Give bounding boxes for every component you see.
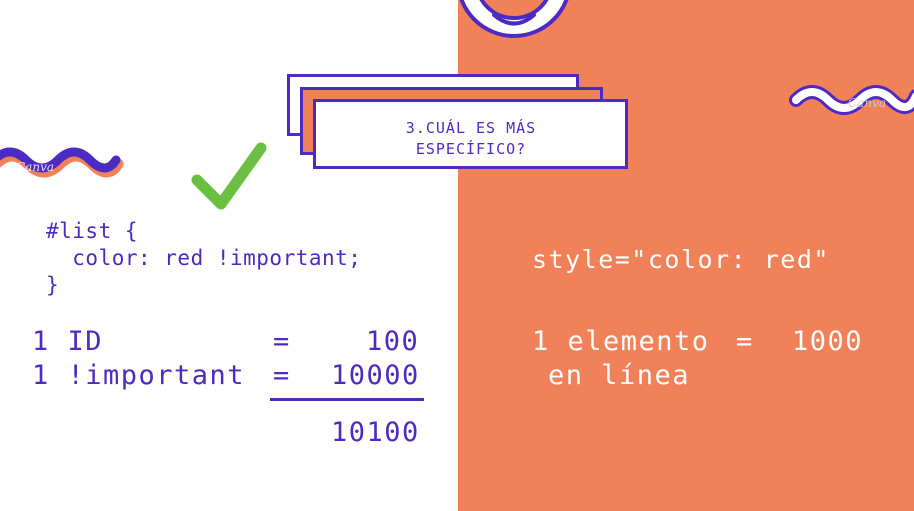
right-row2-label: en línea: [548, 360, 691, 391]
title-line2: ESPECÍFICO?: [415, 140, 527, 158]
left-row2-eq: =: [273, 360, 291, 391]
checkmark-icon: [191, 142, 267, 210]
svg-text:Canva: Canva: [848, 96, 886, 110]
left-row2-value: 10000: [331, 360, 420, 391]
left-row1-eq: =: [273, 326, 291, 357]
circle-ring-icon: [459, 0, 569, 38]
wavy-line-left-icon: Canva: [0, 147, 124, 178]
wavy-line-right-icon: Canva: [789, 85, 914, 115]
watermark-text: Canva: [16, 160, 54, 174]
right-row1-eq: =: [736, 326, 754, 357]
title-line1: 3.CUÁL ES MÁS: [405, 119, 537, 137]
title: 3.CUÁL ES MÁS ESPECÍFICO?: [316, 112, 626, 166]
right-row1-label: 1 elemento: [532, 326, 710, 357]
left-row1-value: 100: [366, 326, 420, 357]
right-code: style="color: red": [532, 245, 830, 274]
left-code-line3: }: [46, 273, 60, 297]
left-row1-label: 1 ID: [32, 326, 104, 357]
sum-divider: [270, 398, 424, 401]
left-code-line1: #list {: [46, 219, 139, 243]
left-total: 10100: [331, 417, 420, 448]
left-code-line2: color: red !important;: [46, 246, 362, 270]
right-row1-value: 1000: [792, 326, 864, 357]
left-row2-label: 1 !important: [32, 360, 246, 391]
